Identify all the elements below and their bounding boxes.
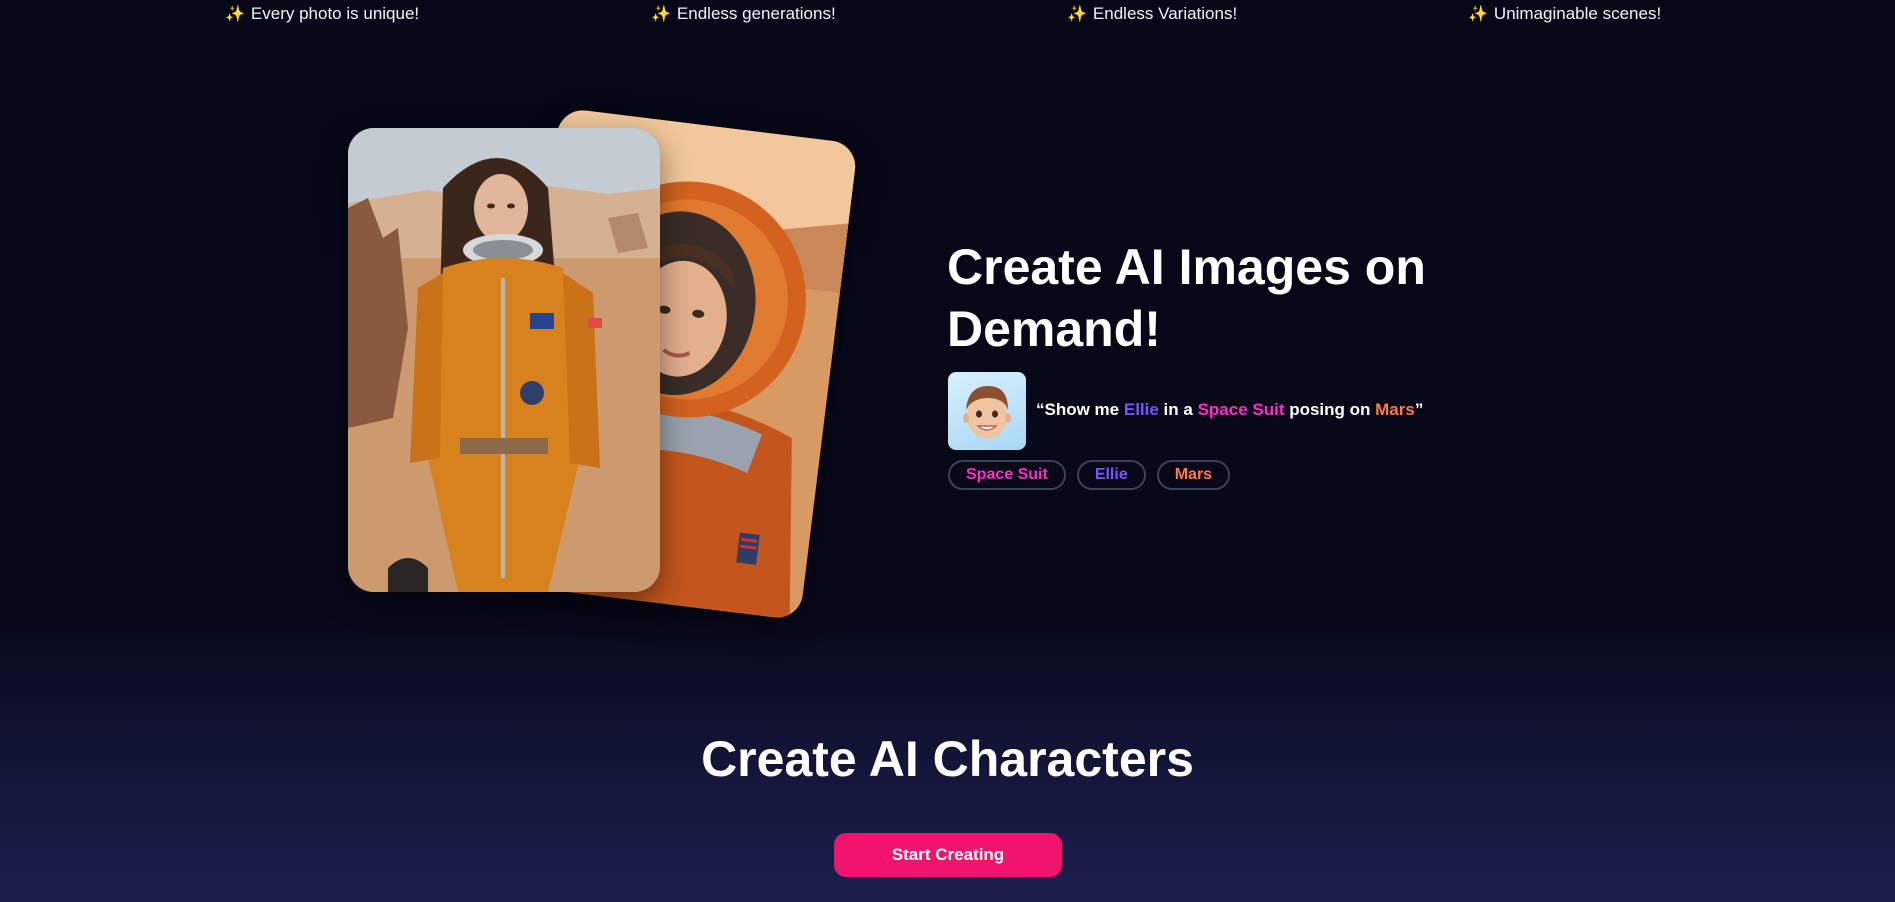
- prompt-location: Mars: [1375, 400, 1415, 419]
- feature-text: Every photo is unique!: [250, 4, 420, 23]
- tag-ellie: Ellie: [1076, 460, 1146, 490]
- feature-text: Endless generations!: [676, 4, 836, 23]
- memoji-avatar: [948, 372, 1026, 450]
- feature-text: Unimaginable scenes!: [1493, 4, 1662, 23]
- feature-item: ✨ Unimaginable scenes!: [1468, 4, 1661, 24]
- prompt-character-name: Ellie: [1123, 400, 1159, 419]
- astronaut-full-body-illustration: [348, 128, 660, 592]
- feature-item: ✨ Endless generations!: [651, 4, 836, 24]
- example-prompt: “Show me Ellie in a Space Suit posing on…: [1036, 400, 1423, 420]
- sparkle-icon: ✨: [225, 6, 245, 23]
- prompt-outfit: Space Suit: [1197, 400, 1285, 419]
- section-title: Create AI Characters: [701, 731, 1194, 787]
- tag-mars: Mars: [1156, 460, 1231, 490]
- sparkle-icon: ✨: [651, 6, 671, 23]
- prompt-text: ”: [1414, 400, 1424, 419]
- sparkle-icon: ✨: [1468, 6, 1488, 23]
- prompt-text: “Show me: [1036, 400, 1124, 419]
- feature-text: Endless Variations!: [1092, 4, 1238, 23]
- prompt-text: in a: [1158, 400, 1198, 419]
- start-creating-button[interactable]: Start Creating: [834, 833, 1062, 877]
- feature-item: ✨ Endless Variations!: [1067, 4, 1237, 24]
- tag-space-suit: Space Suit: [948, 460, 1066, 490]
- landing-page: ✨ Every photo is unique! ✨ Endless gener…: [0, 0, 1895, 902]
- hero-title: Create AI Images on Demand!: [947, 239, 1426, 357]
- sparkle-icon: ✨: [1067, 6, 1087, 23]
- feature-item: ✨ Every photo is unique!: [225, 4, 419, 24]
- feature-ticker: ✨ Every photo is unique! ✨ Endless gener…: [0, 0, 1895, 30]
- avatar-illustration: [963, 386, 1011, 439]
- prompt-tags: Space Suit Ellie Mars: [948, 460, 1231, 490]
- example-image-full-body: [348, 128, 660, 592]
- prompt-text: posing on: [1284, 400, 1376, 419]
